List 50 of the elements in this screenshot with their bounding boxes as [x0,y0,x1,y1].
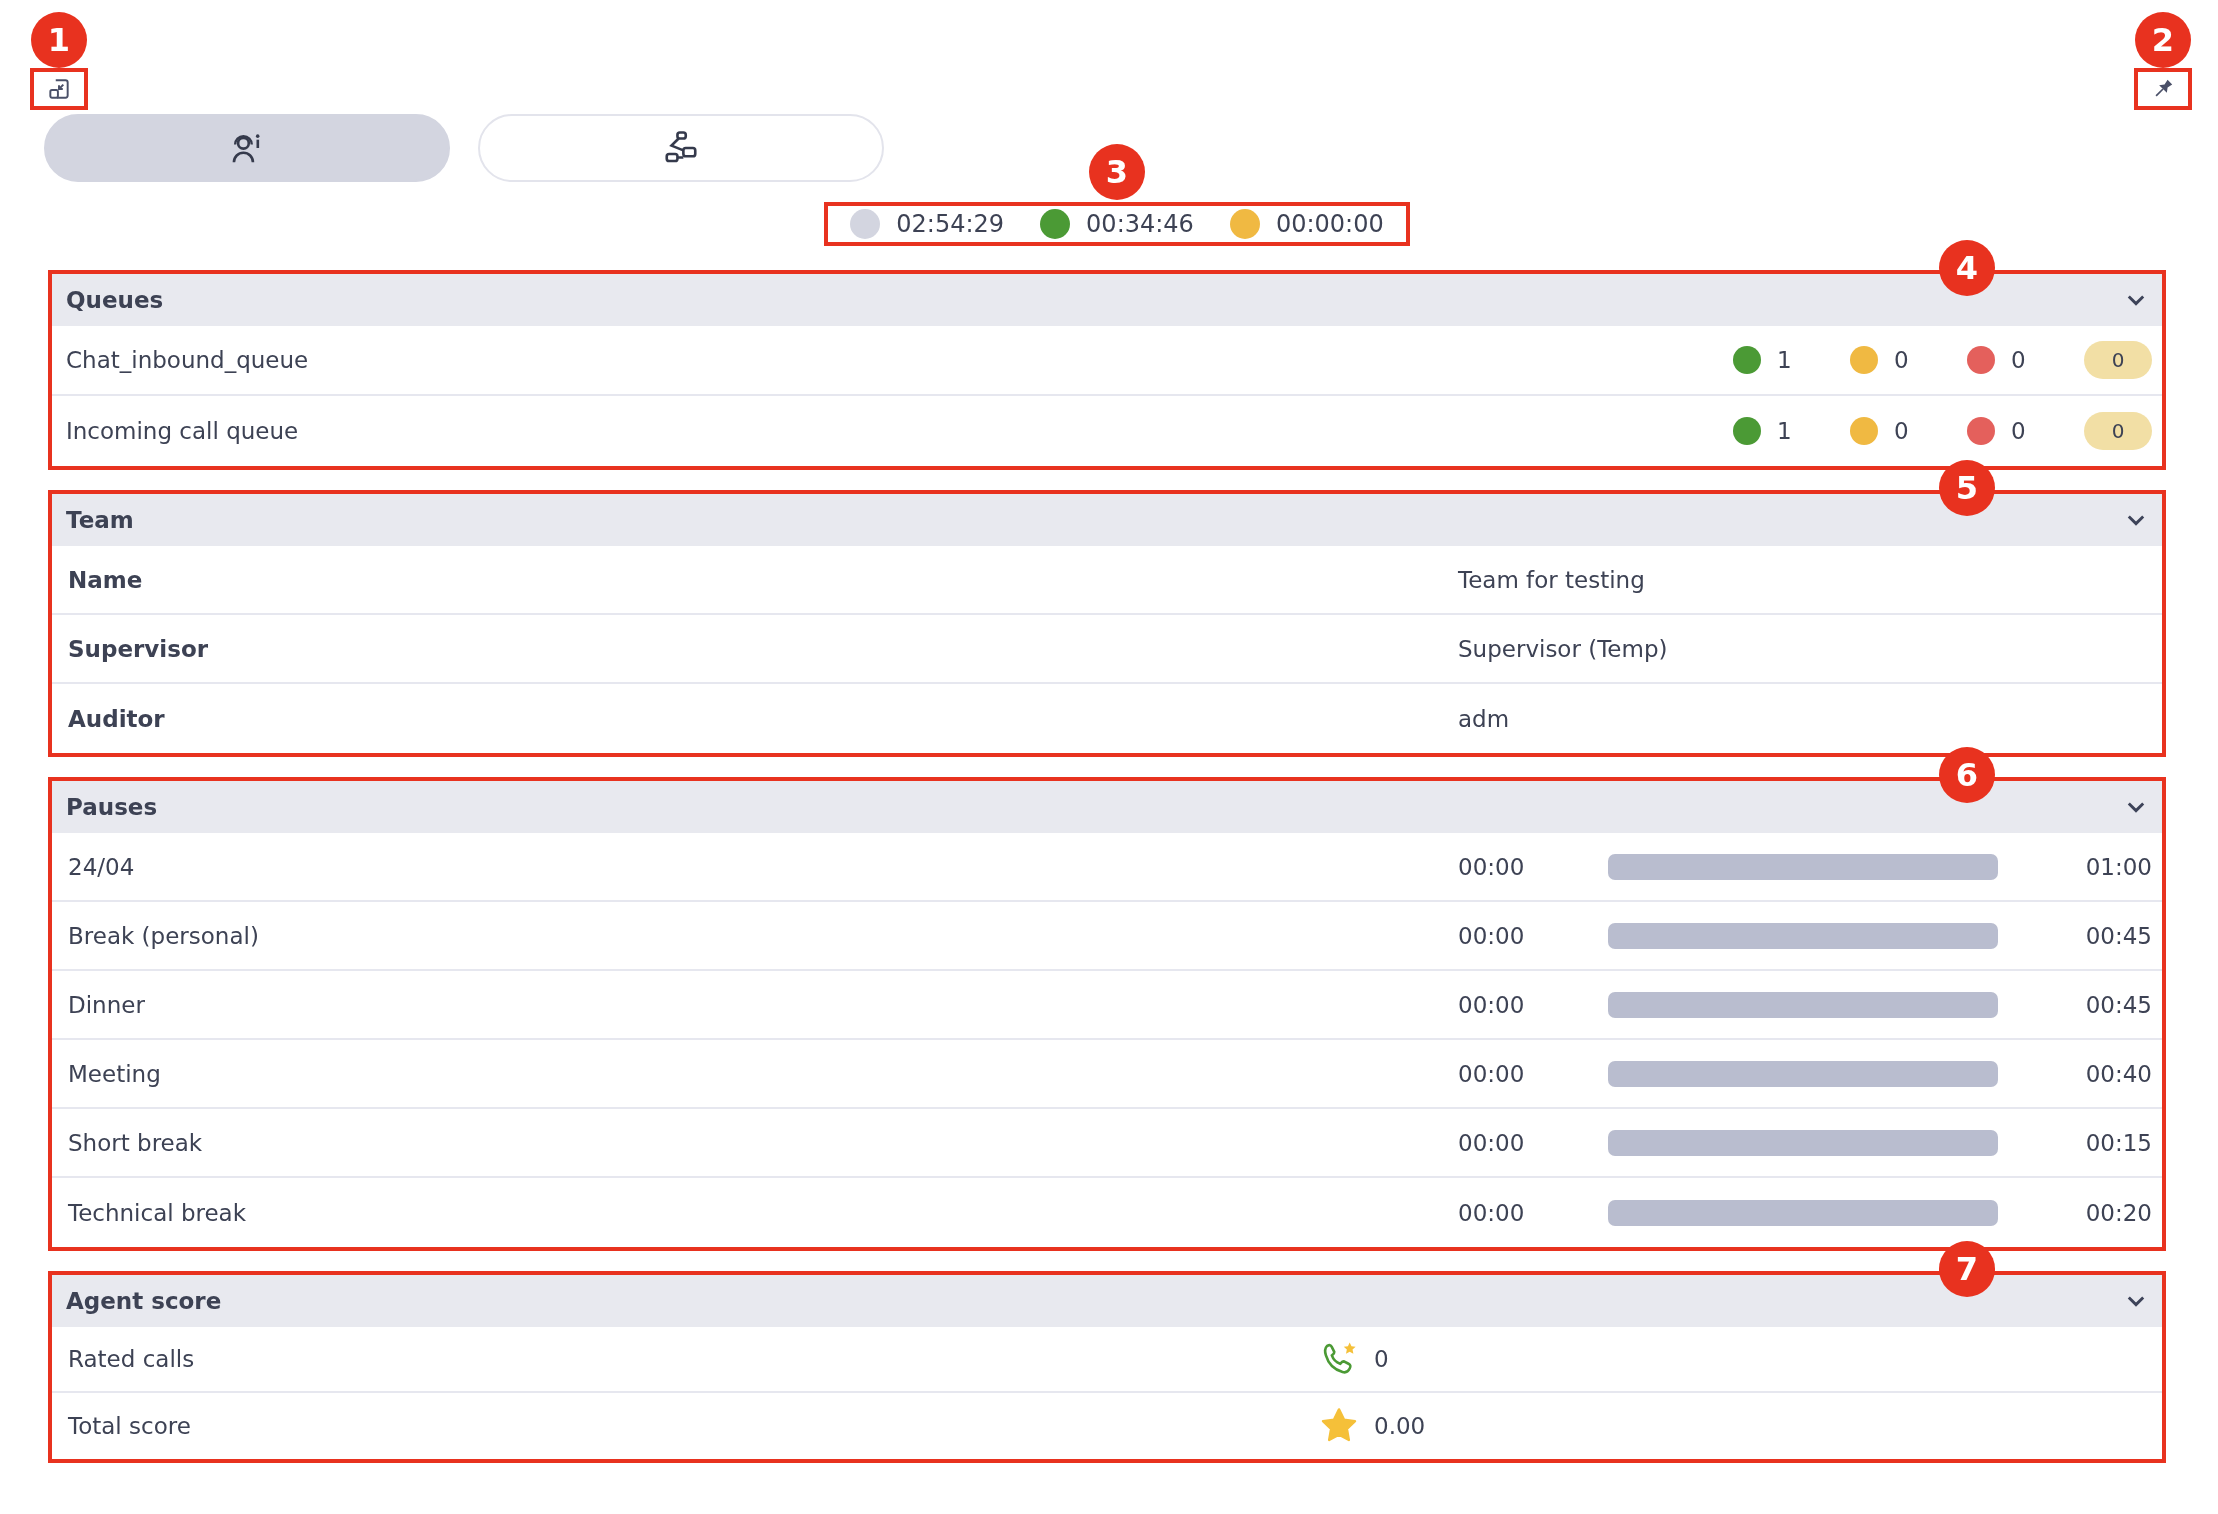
queue-name: Chat_inbound_queue [66,347,310,373]
pause-name: Break (personal) [68,922,260,949]
field-label: Name [68,566,144,593]
count: 1 [1777,418,1792,444]
pause-used-time: 00:00 [1458,991,1526,1018]
pause-name: Dinner [68,991,146,1018]
pause-used-time: 00:00 [1458,853,1526,880]
pause-limit: 01:00 [2084,853,2152,880]
field-value: Supervisor (Temp) [1458,635,1669,662]
callout-number: 2 [2135,12,2191,68]
section-title: Queues [66,287,164,313]
pause-name: Short break [68,1129,204,1156]
pause-name: Meeting [68,1060,162,1087]
queue-name: Incoming call queue [66,418,300,444]
pause-limit: 00:40 [2084,1060,2152,1087]
callout-number: 1 [31,12,87,68]
minimize-icon[interactable] [46,76,72,102]
callout-number: 3 [1089,144,1145,200]
pause-used-time: 00:00 [1458,1129,1526,1156]
pause-limit: 00:45 [2084,922,2152,949]
timer-value: 02:54:29 [896,210,1005,238]
count-badge: 0 [2084,341,2152,379]
pause-used-time: 00:00 [1458,1060,1526,1087]
timer-value: 00:00:00 [1275,210,1384,238]
field-label: Auditor [68,705,166,732]
count: 0 [2011,347,2026,373]
count-badge: 0 [2084,412,2152,450]
pause-used-time: 00:00 [1458,1199,1526,1226]
field-value: Team for testing [1458,566,1646,593]
pause-name: 24/04 [68,853,136,880]
pause-used-time: 00:00 [1458,922,1526,949]
pause-limit: 00:15 [2084,1129,2152,1156]
field-value: adm [1458,705,1511,732]
pause-name: Technical break [68,1199,248,1226]
count: 1 [1777,347,1792,373]
section-title: Team [66,507,134,533]
score-label: Total score [68,1413,192,1439]
section-title: Pauses [66,794,158,820]
score-value: 0 [1374,1346,1389,1372]
section-title: Agent score [66,1288,222,1314]
score-label: Rated calls [68,1346,196,1372]
pause-limit: 00:45 [2084,991,2152,1018]
count: 0 [2011,418,2026,444]
count: 0 [1894,347,1909,373]
field-label: Supervisor [68,635,210,662]
count: 0 [1894,418,1909,444]
score-value: 0.00 [1374,1413,1426,1439]
callout-number: 4 [1939,240,1995,296]
pause-limit: 00:20 [2084,1199,2152,1226]
timer-value: 00:34:46 [1086,210,1194,238]
